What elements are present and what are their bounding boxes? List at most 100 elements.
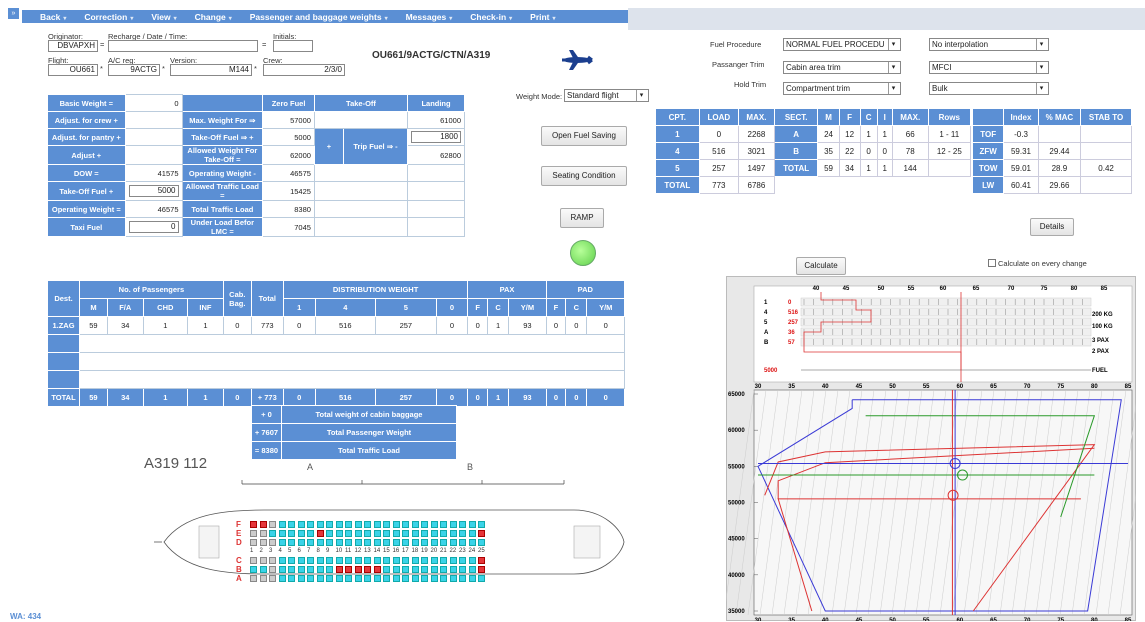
seat[interactable] [345, 566, 352, 573]
seat[interactable] [449, 521, 457, 528]
seat[interactable] [364, 539, 371, 546]
seat[interactable] [354, 575, 362, 582]
seat[interactable] [307, 557, 314, 564]
seat[interactable] [373, 539, 381, 546]
seat[interactable] [430, 521, 438, 528]
seat[interactable] [402, 530, 409, 537]
seat[interactable] [411, 530, 419, 537]
seat[interactable] [402, 539, 409, 546]
seat[interactable] [440, 575, 447, 582]
seat[interactable] [288, 566, 295, 573]
seat[interactable] [449, 539, 457, 546]
seat[interactable] [449, 575, 457, 582]
seat[interactable] [459, 557, 466, 564]
seat[interactable] [326, 557, 333, 564]
acreg-field[interactable]: 9ACTG [108, 64, 160, 76]
seat[interactable] [354, 539, 362, 546]
menu-correction[interactable]: Correction ▾ [66, 12, 133, 22]
pax-trim-select[interactable]: Cabin area trim ▾ [783, 61, 901, 74]
seat[interactable] [316, 539, 324, 546]
seat[interactable] [345, 530, 352, 537]
seat[interactable] [459, 575, 466, 582]
seat[interactable] [440, 566, 447, 573]
seat[interactable] [354, 521, 362, 528]
seat[interactable] [364, 557, 371, 564]
seat[interactable] [269, 575, 276, 582]
seat[interactable] [288, 557, 295, 564]
seat[interactable] [269, 521, 276, 528]
crew-field[interactable]: 2/3/0 [263, 64, 345, 76]
seat[interactable] [373, 530, 381, 537]
seat[interactable] [392, 521, 400, 528]
seat[interactable] [392, 557, 400, 564]
seat[interactable] [307, 530, 314, 537]
seat[interactable] [421, 521, 428, 528]
seat[interactable] [421, 575, 428, 582]
seat[interactable] [297, 575, 305, 582]
seat[interactable] [373, 575, 381, 582]
seat[interactable] [316, 557, 324, 564]
seat[interactable] [478, 557, 485, 564]
seat[interactable] [402, 521, 409, 528]
seat[interactable] [459, 521, 466, 528]
w-v1-7[interactable]: 0 [124, 217, 183, 237]
seat[interactable] [316, 521, 324, 528]
seat[interactable] [297, 557, 305, 564]
seat[interactable] [278, 575, 286, 582]
seat[interactable] [383, 566, 390, 573]
seat[interactable] [373, 557, 381, 564]
seat[interactable] [316, 575, 324, 582]
seat[interactable] [278, 521, 286, 528]
seat[interactable] [288, 521, 295, 528]
seat[interactable] [278, 530, 286, 537]
interpolation-select[interactable]: No interpolation ▾ [929, 38, 1049, 51]
menu-change[interactable]: Change ▾ [177, 12, 232, 22]
seat[interactable] [354, 566, 362, 573]
seat[interactable] [449, 530, 457, 537]
seat[interactable] [421, 539, 428, 546]
seat[interactable] [326, 521, 333, 528]
seat[interactable] [278, 557, 286, 564]
seat[interactable] [326, 530, 333, 537]
seat[interactable] [468, 539, 476, 546]
calculate-button[interactable]: Calculate [796, 257, 846, 275]
seat[interactable] [335, 530, 343, 537]
seat[interactable] [411, 575, 419, 582]
seat[interactable] [411, 566, 419, 573]
mfci-select[interactable]: MFCI ▾ [929, 61, 1049, 74]
seat[interactable] [440, 521, 447, 528]
seat[interactable] [411, 539, 419, 546]
seat[interactable] [468, 566, 476, 573]
seat[interactable] [335, 575, 343, 582]
initials-field[interactable] [273, 40, 313, 52]
seat[interactable] [259, 557, 267, 564]
seat[interactable] [345, 539, 352, 546]
seat[interactable] [392, 575, 400, 582]
seat[interactable] [478, 575, 485, 582]
seat[interactable] [383, 530, 390, 537]
seat[interactable] [278, 566, 286, 573]
details-button[interactable]: Details [1030, 218, 1074, 236]
seat[interactable] [459, 566, 466, 573]
seat[interactable] [430, 530, 438, 537]
seat[interactable] [373, 521, 381, 528]
seat[interactable] [430, 566, 438, 573]
seat[interactable] [250, 566, 257, 573]
seat[interactable] [478, 530, 485, 537]
fuel-procedure-select[interactable]: NORMAL FUEL PROCEDU ▾ [783, 38, 901, 51]
open-fuel-saving-button[interactable]: Open Fuel Saving [541, 126, 627, 146]
seat[interactable] [392, 539, 400, 546]
seat[interactable] [411, 521, 419, 528]
seat[interactable] [307, 539, 314, 546]
menu-view[interactable]: View ▾ [133, 12, 176, 22]
w-v1-5[interactable]: 5000 [124, 181, 183, 201]
menu-pax-bag[interactable]: Passenger and baggage weights ▾ [232, 12, 388, 22]
seat[interactable] [269, 557, 276, 564]
menu-messages[interactable]: Messages ▾ [388, 12, 453, 22]
seat[interactable] [250, 539, 257, 546]
seat[interactable] [354, 557, 362, 564]
seat[interactable] [459, 530, 466, 537]
seat[interactable] [478, 566, 485, 573]
hold-trim-select[interactable]: Compartment trim ▾ [783, 82, 901, 95]
seat[interactable] [411, 557, 419, 564]
